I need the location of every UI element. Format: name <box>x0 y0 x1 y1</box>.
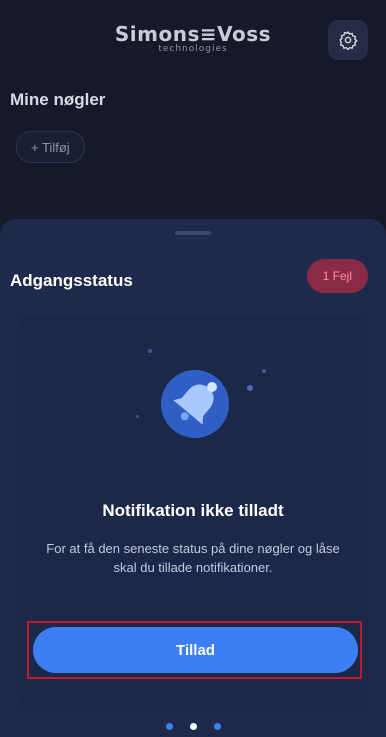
decor-dot <box>247 385 253 391</box>
notice-body: For at få den seneste status på dine nøg… <box>46 541 340 575</box>
add-key-button[interactable]: + Tilføj <box>16 131 85 163</box>
gear-icon <box>339 30 358 50</box>
sheet-title: Adgangsstatus <box>10 271 133 290</box>
settings-button[interactable] <box>328 20 368 60</box>
page-dot[interactable] <box>165 723 173 730</box>
page-dot-active[interactable] <box>189 723 197 730</box>
page-title: Mine nøgler <box>10 90 106 109</box>
allow-button[interactable]: Tillad <box>33 627 358 673</box>
page-dot[interactable] <box>213 723 221 730</box>
error-badge[interactable]: 1 Fejl <box>306 259 368 293</box>
access-status-sheet: Adgangsstatus 1 Fejl Notifikation ikke t… <box>0 219 386 737</box>
decor-dot <box>136 415 139 418</box>
notice-title: Notifikation ikke tilladt <box>102 501 284 520</box>
page-indicator <box>0 723 386 730</box>
sheet-drag-handle[interactable] <box>175 231 211 235</box>
decor-dot <box>148 349 152 353</box>
decor-dot <box>262 369 266 373</box>
bell-icon <box>150 359 240 449</box>
